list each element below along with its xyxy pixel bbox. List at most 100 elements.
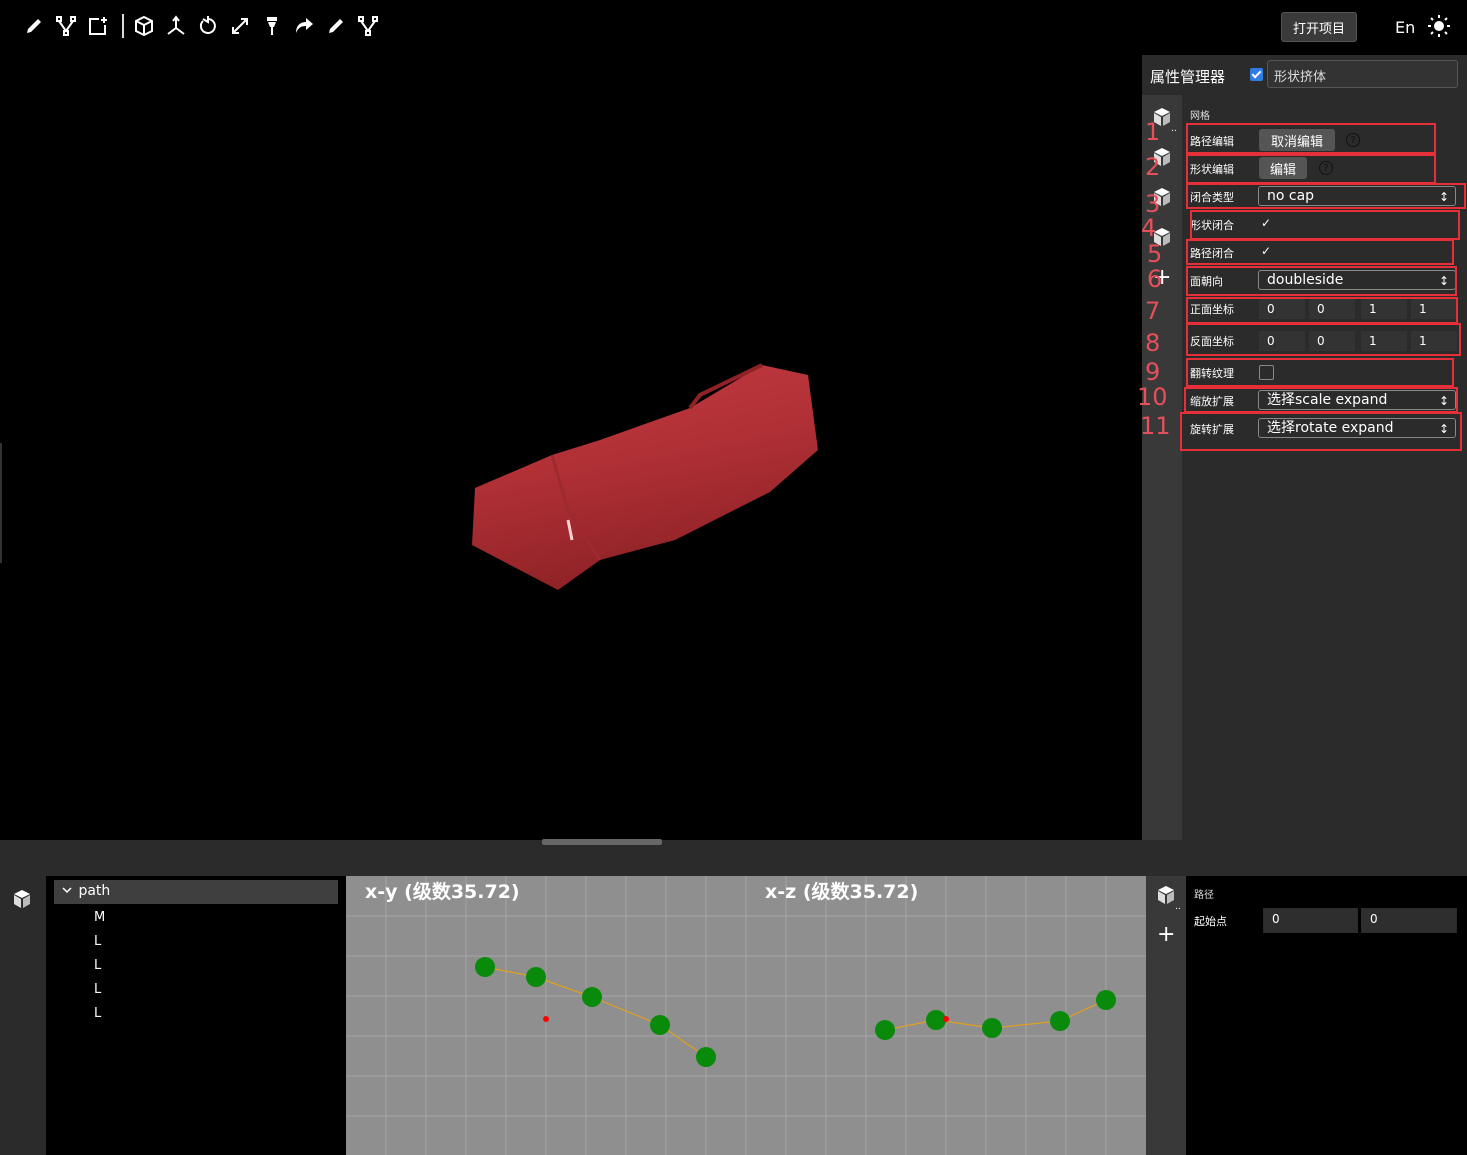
open-project-button[interactable]: 打开项目 [1281, 12, 1357, 42]
panel-title: 属性管理器 [1150, 68, 1226, 86]
nodes-icon[interactable] [354, 11, 382, 41]
path-closed-toggle[interactable]: ✓ [1261, 244, 1271, 258]
cap-type-select[interactable]: no cap ↕ [1258, 186, 1456, 206]
annotation-number: 11 [1140, 412, 1171, 440]
xy-plot-title: x-y (级数35.72) [365, 881, 520, 903]
object-enabled-checkbox[interactable] [1250, 68, 1263, 81]
annotation-number: 3 [1145, 190, 1161, 218]
tree-item[interactable]: L [94, 934, 101, 949]
panel-divider [0, 840, 1467, 876]
rotate-expand-label: 旋转扩展 [1190, 423, 1234, 436]
shape-edit-label: 形状编辑 [1190, 163, 1234, 176]
cube-icon[interactable] [130, 11, 158, 41]
select-arrow-icon: ↕ [1438, 394, 1449, 408]
xy-control-point[interactable] [650, 1015, 670, 1035]
front-uvs-label: 正面坐标 [1190, 303, 1234, 316]
front-uv-field[interactable]: 1 [1360, 298, 1408, 320]
xz-control-point[interactable] [875, 1020, 895, 1040]
section-title: 网格 [1190, 111, 1210, 122]
front-uv-field[interactable]: 0 [1258, 298, 1306, 320]
cap-type-value: no cap [1267, 188, 1315, 204]
cap-type-label: 闭合类型 [1190, 191, 1234, 204]
xy-control-point[interactable] [526, 967, 546, 987]
start-point-y[interactable]: 0 [1361, 908, 1457, 933]
tree-item[interactable]: L [94, 958, 101, 973]
xy-control-point[interactable] [696, 1047, 716, 1067]
annotation-number: 7 [1145, 297, 1161, 325]
annotation-number: 9 [1145, 358, 1161, 386]
side-orientation-value: doubleside [1267, 272, 1344, 288]
xz-control-point[interactable] [982, 1018, 1002, 1038]
shape-closed-toggle[interactable]: ✓ [1261, 216, 1271, 230]
axes-icon[interactable] [162, 11, 190, 41]
resize-handle[interactable] [542, 839, 662, 845]
back-uv-field[interactable]: 1 [1410, 330, 1458, 352]
rotate-icon[interactable] [194, 11, 222, 41]
svg-text:...: ... [1175, 902, 1181, 910]
chevron-down-icon [62, 883, 74, 899]
invert-uv-checkbox[interactable] [1259, 365, 1274, 380]
tree-item[interactable]: L [94, 982, 101, 997]
toolbar-separator [122, 14, 124, 38]
grid [346, 876, 1146, 1155]
add-icon[interactable]: + [1157, 922, 1175, 947]
object-name-field[interactable]: 形状挤体 [1267, 60, 1458, 88]
xz-control-point[interactable] [926, 1010, 946, 1030]
back-uv-field[interactable]: 0 [1308, 330, 1356, 352]
select-arrow-icon: ↕ [1438, 422, 1449, 436]
select-arrow-icon: ↕ [1438, 190, 1449, 204]
scale-icon[interactable] [226, 11, 254, 41]
add-shape-icon[interactable] [84, 11, 112, 41]
scale-expand-select[interactable]: 选择scale expand ↕ [1258, 390, 1456, 410]
select-arrow-icon: ↕ [1438, 274, 1449, 288]
help-icon[interactable]: ? [1319, 161, 1333, 175]
bezier-icon[interactable] [52, 11, 80, 41]
extruded-mesh[interactable] [0, 55, 1142, 840]
rotate-expand-value: 选择rotate expand [1267, 420, 1394, 436]
sun-icon[interactable] [1428, 15, 1450, 41]
3d-viewport[interactable] [0, 55, 1142, 840]
annotation-number: 2 [1145, 153, 1161, 181]
rotate-expand-select[interactable]: 选择rotate expand ↕ [1258, 418, 1456, 438]
svg-text:...: ... [1171, 124, 1177, 132]
language-toggle[interactable]: En [1395, 18, 1415, 37]
annotation-number: 10 [1137, 383, 1168, 411]
help-icon[interactable]: ? [1346, 133, 1360, 147]
xy-origin-marker [543, 1016, 549, 1022]
side-orientation-select[interactable]: doubleside ↕ [1258, 270, 1456, 290]
front-uv-field[interactable]: 1 [1410, 298, 1458, 320]
pencil-icon[interactable] [20, 11, 48, 41]
tree-root[interactable]: path [54, 880, 338, 904]
tree-item[interactable]: L [94, 1006, 101, 1021]
start-point-label: 起始点 [1194, 915, 1227, 928]
annotation-number: 5 [1147, 240, 1163, 268]
scale-expand-label: 缩放扩展 [1190, 395, 1234, 408]
annotation-number: 6 [1147, 265, 1163, 293]
lamp-icon[interactable] [258, 11, 286, 41]
edit-shape-button[interactable]: 编辑 [1259, 157, 1307, 179]
tree-root-label: path [78, 883, 111, 899]
scale-expand-value: 选择scale expand [1267, 392, 1388, 408]
back-uv-field[interactable]: 0 [1258, 330, 1306, 352]
side-orientation-label: 面朝向 [1190, 275, 1223, 288]
mesh-cube-icon[interactable]: ... [1155, 884, 1184, 914]
path-editor-canvas[interactable] [346, 876, 1146, 1155]
xy-control-point[interactable] [475, 957, 495, 977]
pen-icon[interactable] [322, 11, 350, 41]
path-tree [46, 876, 346, 1155]
cancel-edit-button[interactable]: 取消编辑 [1259, 129, 1335, 151]
shape-closed-label: 形状闭合 [1190, 219, 1234, 232]
annotation-number: 8 [1145, 329, 1161, 357]
cube-icon[interactable] [11, 888, 33, 914]
xz-control-point[interactable] [1050, 1011, 1070, 1031]
invert-uv-label: 翻转纹理 [1190, 367, 1234, 380]
xz-control-point[interactable] [1096, 990, 1116, 1010]
annotation-number: 1 [1145, 118, 1161, 146]
back-uv-field[interactable]: 1 [1360, 330, 1408, 352]
front-uv-field[interactable]: 0 [1308, 298, 1356, 320]
path-side-strip [1146, 876, 1186, 1155]
redo-icon[interactable] [290, 11, 318, 41]
start-point-x[interactable]: 0 [1263, 908, 1358, 933]
xy-control-point[interactable] [582, 987, 602, 1007]
tree-item[interactable]: M [94, 910, 105, 925]
